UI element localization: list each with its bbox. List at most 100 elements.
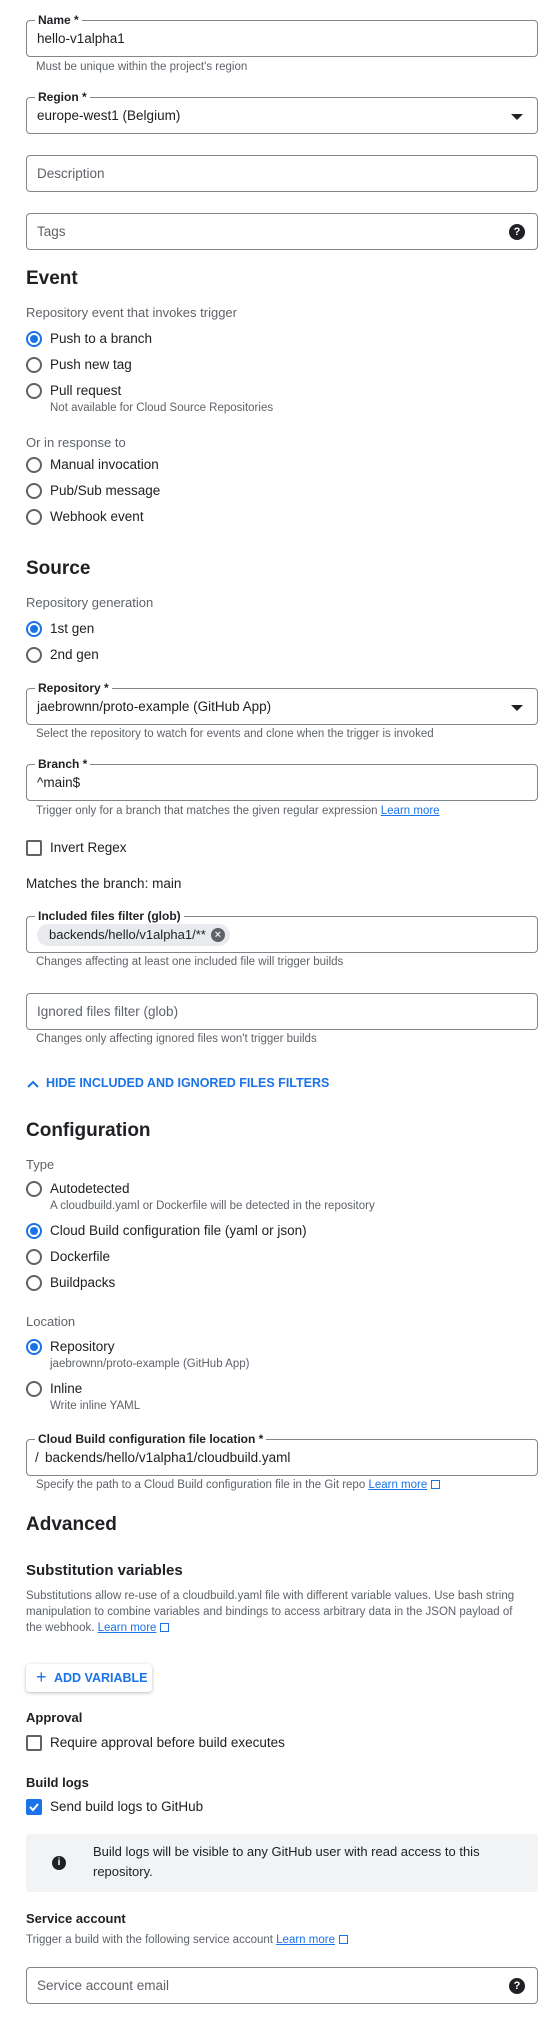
info-banner-line-2: repository.: [93, 1864, 153, 1879]
chevron-up-icon: [27, 1080, 39, 1088]
name-field[interactable]: Name * hello-v1alpha1: [26, 12, 538, 57]
external-link-icon: [431, 1480, 441, 1489]
branch-input[interactable]: Branch * ^main$: [26, 756, 538, 801]
advanced-title: Advanced: [26, 1514, 117, 1535]
radio-webhook-event[interactable]: [26, 509, 42, 525]
radio-push-tag-label: Push new tag: [50, 357, 132, 372]
radio-push-branch[interactable]: [26, 331, 42, 347]
substitution-learn-more-link[interactable]: Learn more: [98, 1622, 157, 1634]
substitution-line-3-wrap: the webhook. Learn more: [26, 1622, 170, 1634]
ignored-files-input[interactable]: Ignored files filter (glob): [26, 993, 538, 1030]
radio-manual-invocation[interactable]: [26, 457, 42, 473]
tags-input[interactable]: Tags ?: [26, 213, 538, 250]
help-icon[interactable]: ?: [509, 1978, 525, 1994]
substitution-line-3: the webhook.: [26, 1622, 95, 1634]
repository-hint: Select the repository to watch for event…: [36, 728, 434, 740]
radio-push-tag[interactable]: [26, 357, 42, 373]
config-file-location-prefix: /: [35, 1450, 39, 1465]
add-variable-button[interactable]: + ADD VARIABLE: [26, 1664, 152, 1692]
info-icon: i: [52, 1856, 66, 1870]
radio-pull-request[interactable]: [26, 383, 42, 399]
toggle-filters-label: HIDE INCLUDED AND IGNORED FILES FILTERS: [46, 1076, 330, 1090]
radio-location-repository-label: Repository: [50, 1339, 115, 1354]
location-repository-note: jaebrownn/proto-example (GitHub App): [50, 1358, 250, 1370]
repository-select[interactable]: Repository * jaebrownn/proto-example (Gi…: [26, 680, 538, 725]
description-input[interactable]: Description: [26, 155, 538, 192]
pull-request-note: Not available for Cloud Source Repositor…: [50, 402, 274, 414]
radio-autodetected-label: Autodetected: [50, 1181, 130, 1196]
service-account-hint-text: Trigger a build with the following servi…: [26, 1934, 273, 1946]
ignored-files-hint: Changes only affecting ignored files won…: [36, 1033, 317, 1045]
description-placeholder: Description: [37, 166, 105, 181]
included-file-chip[interactable]: backends/hello/v1alpha1/** ×: [37, 924, 230, 946]
radio-cloud-build-config-label: Cloud Build configuration file (yaml or …: [50, 1223, 307, 1238]
require-approval-checkbox[interactable]: [26, 1735, 42, 1751]
matches-branch-text: Matches the branch: main: [26, 876, 182, 891]
radio-autodetected[interactable]: [26, 1181, 42, 1197]
repository-select-value: jaebrownn/proto-example (GitHub App): [37, 699, 272, 714]
region-select[interactable]: Region * europe-west1 (Belgium): [26, 89, 538, 134]
repository-select-label: Repository *: [35, 680, 112, 696]
config-learn-more-link[interactable]: Learn more: [368, 1479, 427, 1491]
event-subtitle: Repository event that invokes trigger: [26, 305, 237, 320]
require-approval-label: Require approval before build executes: [50, 1735, 285, 1750]
included-files-hint: Changes affecting at least one included …: [36, 956, 344, 968]
region-select-label: Region *: [35, 89, 90, 105]
radio-2nd-gen[interactable]: [26, 647, 42, 663]
approval-title: Approval: [26, 1710, 83, 1725]
service-account-input[interactable]: Service account email ?: [26, 1967, 538, 2004]
response-subtitle: Or in response to: [26, 435, 126, 450]
send-build-logs-label: Send build logs to GitHub: [50, 1799, 204, 1814]
source-title: Source: [26, 558, 91, 579]
radio-location-repository[interactable]: [26, 1339, 42, 1355]
config-file-location-value: backends/hello/v1alpha1/cloudbuild.yaml: [45, 1450, 291, 1465]
radio-1st-gen[interactable]: [26, 621, 42, 637]
ignored-files-placeholder: Ignored files filter (glob): [37, 1004, 179, 1019]
radio-cloud-build-config[interactable]: [26, 1223, 42, 1239]
generation-subtitle: Repository generation: [26, 595, 154, 610]
location-inline-note: Write inline YAML: [50, 1400, 141, 1412]
service-account-learn-more-link[interactable]: Learn more: [276, 1934, 335, 1946]
config-file-location-hint-text: Specify the path to a Cloud Build config…: [36, 1479, 366, 1491]
remove-chip-icon[interactable]: ×: [210, 928, 225, 942]
name-hint: Must be unique within the project's regi…: [36, 61, 248, 73]
included-files-input[interactable]: Included files filter (glob) backends/he…: [26, 908, 538, 953]
checkmark-icon: [29, 1803, 39, 1812]
config-file-location-input[interactable]: Cloud Build configuration file location …: [26, 1431, 538, 1476]
radio-2nd-gen-label: 2nd gen: [50, 647, 99, 662]
radio-buildpacks-label: Buildpacks: [50, 1275, 116, 1290]
chevron-down-icon: [511, 114, 523, 120]
configuration-title: Configuration: [26, 1120, 151, 1141]
radio-pubsub-message-label: Pub/Sub message: [50, 483, 161, 498]
config-file-location-hint: Specify the path to a Cloud Build config…: [36, 1479, 441, 1491]
included-file-chip-label: backends/hello/v1alpha1/**: [49, 927, 206, 942]
region-select-value: europe-west1 (Belgium): [37, 108, 181, 123]
radio-pubsub-message[interactable]: [26, 483, 42, 499]
type-subtitle: Type: [26, 1157, 55, 1172]
name-field-label: Name *: [35, 12, 82, 28]
invert-regex-checkbox[interactable]: [26, 840, 42, 856]
substitution-line-1: Substitutions allow re-use of a cloudbui…: [26, 1590, 515, 1602]
branch-hint: Trigger only for a branch that matches t…: [36, 805, 440, 817]
config-file-location-label: Cloud Build configuration file location …: [35, 1431, 267, 1447]
invert-regex-label: Invert Regex: [50, 840, 127, 855]
chevron-down-icon: [511, 705, 523, 711]
radio-buildpacks[interactable]: [26, 1275, 42, 1291]
help-icon[interactable]: ?: [509, 224, 525, 240]
info-banner-line-1: Build logs will be visible to any GitHub…: [93, 1844, 480, 1859]
service-account-title: Service account: [26, 1911, 126, 1926]
branch-learn-more-link[interactable]: Learn more: [381, 805, 440, 817]
radio-location-inline[interactable]: [26, 1381, 42, 1397]
included-files-label: Included files filter (glob): [35, 908, 184, 924]
tags-placeholder: Tags: [37, 224, 66, 239]
add-variable-label: ADD VARIABLE: [54, 1671, 148, 1685]
external-link-icon: [160, 1623, 170, 1632]
name-field-value: hello-v1alpha1: [37, 31, 125, 46]
send-build-logs-checkbox[interactable]: [26, 1799, 42, 1815]
autodetected-note: A cloudbuild.yaml or Dockerfile will be …: [50, 1200, 375, 1212]
radio-push-branch-label: Push to a branch: [50, 331, 153, 346]
radio-1st-gen-label: 1st gen: [50, 621, 95, 636]
radio-dockerfile[interactable]: [26, 1249, 42, 1265]
radio-webhook-event-label: Webhook event: [50, 509, 144, 524]
service-account-hint: Trigger a build with the following servi…: [26, 1934, 348, 1946]
